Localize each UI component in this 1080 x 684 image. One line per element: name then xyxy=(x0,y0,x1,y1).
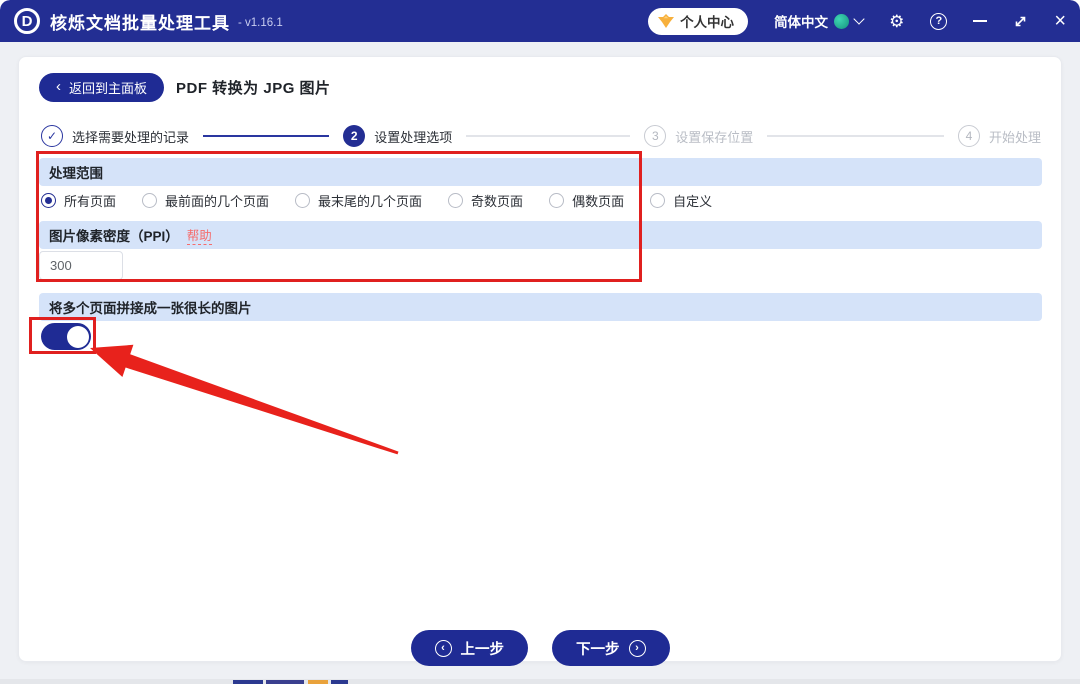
toggle-knob xyxy=(66,325,89,348)
step-1-label: 选择需要处理的记录 xyxy=(72,129,190,145)
step-3-save-location: 3 设置保存位置 xyxy=(644,125,753,147)
radio-last-pages[interactable]: 最末尾的几个页面 xyxy=(295,191,422,210)
radio-icon xyxy=(41,192,56,208)
prev-chevron-icon: ‹ xyxy=(434,639,452,657)
chevron-down-icon xyxy=(853,13,865,25)
maximize-button[interactable] xyxy=(1013,14,1028,29)
personal-center-label: 个人中心 xyxy=(680,15,735,30)
back-to-dashboard-button[interactable]: ‹ 返回到主面板 xyxy=(39,73,165,102)
next-step-button[interactable]: 下一步 › xyxy=(552,630,670,666)
back-chevron-icon: ‹ xyxy=(56,78,61,95)
titlebar: D 核烁文档批量处理工具 - v1.16.1 个人中心 简体中文 ⚙ ? × xyxy=(0,0,1080,42)
radio-label: 自定义 xyxy=(673,193,713,209)
vip-crown-icon xyxy=(658,14,675,28)
wizard-footer: ‹ 上一步 下一步 › xyxy=(19,630,1061,666)
ppi-section-header: 图片像素密度（PPI） 帮助 xyxy=(39,221,1042,249)
window-body: ‹ 返回到主面板 PDF 转换为 JPG 图片 ✓ 选择需要处理的记录 2 设置… xyxy=(0,42,1080,684)
stitch-section-title: 将多个页面拼接成一张很长的图片 xyxy=(49,301,252,316)
next-step-label: 下一步 xyxy=(576,641,620,658)
personal-center-button[interactable]: 个人中心 xyxy=(648,7,749,35)
language-label: 简体中文 xyxy=(774,15,829,30)
app-window: D 核烁文档批量处理工具 - v1.16.1 个人中心 简体中文 ⚙ ? × ‹… xyxy=(0,0,1080,684)
step-connector xyxy=(767,135,944,137)
radio-icon xyxy=(142,192,158,208)
taskbar-fragment xyxy=(233,680,263,684)
app-version: - v1.16.1 xyxy=(238,17,283,29)
step-2-label: 设置处理选项 xyxy=(374,129,453,145)
app-logo-icon: D xyxy=(14,8,40,34)
ppi-help-link[interactable]: 帮助 xyxy=(186,225,212,245)
step-indicator: ✓ 选择需要处理的记录 2 设置处理选项 3 设置保存位置 4 开始处理 xyxy=(41,123,1041,149)
previous-step-button[interactable]: ‹ 上一步 xyxy=(410,630,528,666)
settings-gear-icon[interactable]: ⚙ xyxy=(889,13,904,30)
radio-label: 所有页面 xyxy=(64,193,117,209)
language-selector[interactable]: 简体中文 xyxy=(774,11,865,31)
back-button-label: 返回到主面板 xyxy=(69,81,148,96)
app-title: 核烁文档批量处理工具 xyxy=(50,13,230,33)
step-4-number: 4 xyxy=(957,125,980,147)
help-icon[interactable]: ? xyxy=(930,12,948,30)
taskbar-fragment xyxy=(266,680,304,684)
main-panel: ‹ 返回到主面板 PDF 转换为 JPG 图片 ✓ 选择需要处理的记录 2 设置… xyxy=(18,56,1062,666)
close-button[interactable]: × xyxy=(1054,11,1066,31)
ppi-section-title: 图片像素密度（PPI） xyxy=(49,229,179,244)
taskbar-fragment xyxy=(331,680,348,684)
ppi-input[interactable] xyxy=(39,251,123,280)
step-connector xyxy=(466,135,631,137)
page-title: PDF 转换为 JPG 图片 xyxy=(176,80,331,97)
stitch-toggle-switch[interactable] xyxy=(41,323,91,350)
radio-icon xyxy=(549,192,565,208)
globe-icon xyxy=(834,13,850,29)
minimize-icon xyxy=(973,20,988,22)
radio-label: 偶数页面 xyxy=(572,193,625,209)
step-2-number: 2 xyxy=(343,125,366,147)
radio-all-pages[interactable]: 所有页面 xyxy=(41,191,116,210)
radio-label: 奇数页面 xyxy=(471,193,524,209)
radio-icon xyxy=(295,192,311,208)
radio-custom[interactable]: 自定义 xyxy=(650,191,712,210)
step-4-start-processing: 4 开始处理 xyxy=(957,125,1041,147)
next-chevron-icon: › xyxy=(628,639,646,657)
radio-label: 最末尾的几个页面 xyxy=(318,193,423,209)
step-2-set-options: 2 设置处理选项 xyxy=(343,125,452,147)
step-1-check-icon: ✓ xyxy=(41,125,63,147)
step-3-label: 设置保存位置 xyxy=(675,129,754,145)
radio-icon xyxy=(448,192,464,208)
taskbar-sliver xyxy=(0,679,1080,684)
stitch-section-header: 将多个页面拼接成一张很长的图片 xyxy=(39,293,1042,321)
radio-odd-pages[interactable]: 奇数页面 xyxy=(448,191,523,210)
radio-even-pages[interactable]: 偶数页面 xyxy=(549,191,624,210)
previous-step-label: 上一步 xyxy=(460,641,505,658)
range-section-title: 处理范围 xyxy=(49,166,103,181)
resize-diagonal-icon xyxy=(1016,16,1026,26)
taskbar-fragment xyxy=(308,680,328,684)
range-section-header: 处理范围 xyxy=(39,158,1042,186)
radio-first-pages[interactable]: 最前面的几个页面 xyxy=(142,191,269,210)
radio-icon xyxy=(650,192,666,208)
step-1-select-records: ✓ 选择需要处理的记录 xyxy=(41,125,189,147)
step-3-number: 3 xyxy=(644,125,667,147)
minimize-button[interactable] xyxy=(973,20,988,22)
radio-label: 最前面的几个页面 xyxy=(165,193,270,209)
step-4-label: 开始处理 xyxy=(988,129,1041,145)
range-radio-group: 所有页面 最前面的几个页面 最末尾的几个页面 奇数页面 偶数页面 自定义 xyxy=(41,187,712,213)
step-connector xyxy=(203,135,330,137)
